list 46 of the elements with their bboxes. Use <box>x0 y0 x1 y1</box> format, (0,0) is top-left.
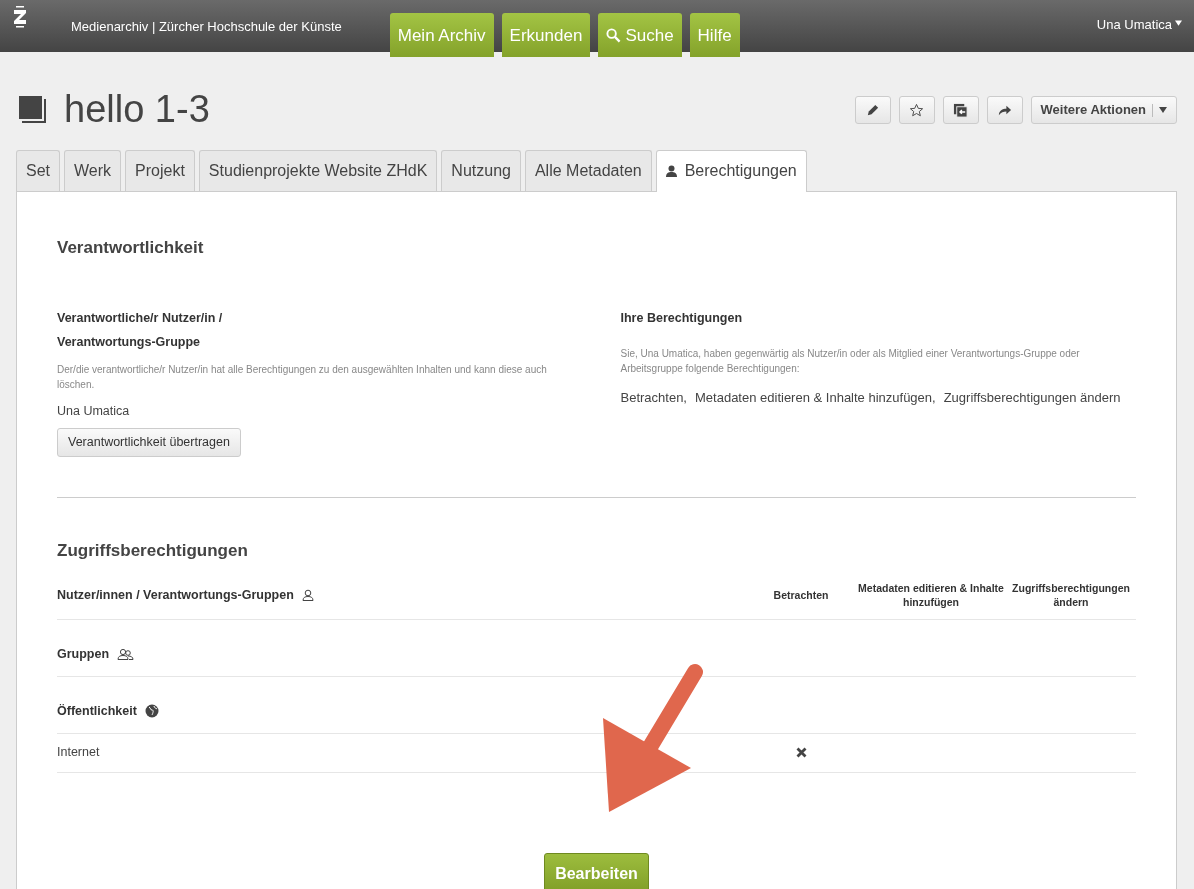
permission-text: Zugriffsberechtigungen ändern <box>943 388 1121 407</box>
help-text: Sie, Una Umatica, haben gegenwärtig als Nutzer/in oder als Mitglied einer Verantwortungs-Gruppe oder Arbeitsgruppe folgende Berechtigungen: <box>620 346 1081 376</box>
share-button[interactable] <box>986 96 1023 124</box>
person-icon <box>665 165 677 177</box>
collection-button[interactable] <box>942 96 979 124</box>
column-header: Metadaten editieren & Inhalte hinzufügen <box>858 582 1004 608</box>
section-heading: Verantwortlichkeit <box>57 237 205 259</box>
tab[interactable]: Nutzung <box>441 150 521 191</box>
help-text: Der/die verantwortliche/r Nutzer/in hat alle Berechtigungen zu den ausgewählten Inhalten und kann diese auch löschen. <box>57 362 548 392</box>
tab[interactable]: Studienprojekte Website ZHdK <box>198 150 438 191</box>
globe-icon <box>144 703 159 718</box>
star-icon <box>909 102 925 118</box>
user-menu[interactable]: Una Umatica <box>1096 15 1172 35</box>
person-outline-icon <box>301 589 314 601</box>
field-label: Verantwortliche/r Nutzer/in / <box>57 309 224 327</box>
column-header: Zugriffsberechtigungen ändern <box>1012 582 1130 608</box>
site-title[interactable]: Medienarchiv | Zürcher Hochschule der Künste <box>71 17 342 37</box>
transfer-button[interactable]: Verantwortlichkeit übertragen <box>57 428 241 457</box>
edit-button[interactable] <box>854 96 891 124</box>
tab[interactable]: Berechtigungen <box>655 150 807 192</box>
people-outline-icon <box>117 647 135 660</box>
section-heading: Zugriffsberechtigungen <box>57 540 249 562</box>
column-header: Betrachten <box>773 589 829 601</box>
column-header: Nutzer/innen / Verantwortungs-Gruppen <box>57 587 294 604</box>
page-title: hello 1-3 <box>64 87 210 133</box>
owner-name: Una Umatica <box>57 402 131 420</box>
field-label: Ihre Berechtigungen <box>620 309 744 327</box>
search-icon <box>606 28 622 44</box>
group-heading: Öffentlichkeit <box>57 702 137 720</box>
permission-text: Metadaten editieren & Inhalte hinzufügen, <box>695 388 936 407</box>
field-label: Verantwortungs-Gruppe <box>57 333 202 351</box>
tab[interactable]: Alle Metadaten <box>524 150 652 191</box>
more-actions-button[interactable]: Weitere Aktionen <box>1030 96 1177 124</box>
tab[interactable]: Projekt <box>125 150 195 191</box>
caret-icon <box>1159 107 1167 113</box>
logo-icon[interactable] <box>12 6 28 30</box>
permission-text: Betrachten, <box>620 388 687 407</box>
tab[interactable]: Set <box>16 150 60 191</box>
table-cell-text: Internet <box>57 744 101 762</box>
collection-icon <box>953 102 969 118</box>
caret-icon <box>1175 20 1182 26</box>
tab[interactable]: Werk <box>64 150 122 191</box>
edit-icon <box>865 102 881 118</box>
set-icon <box>18 95 48 125</box>
group-heading: Gruppen <box>57 645 110 663</box>
star-button[interactable] <box>898 96 935 124</box>
